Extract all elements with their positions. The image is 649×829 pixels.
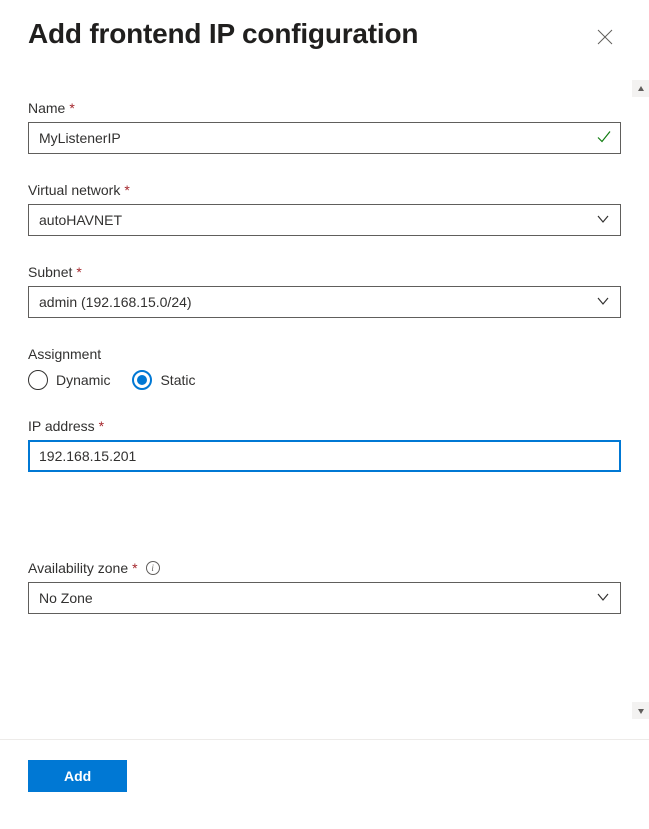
panel-footer: Add	[0, 739, 649, 829]
az-select[interactable]: No Zone	[28, 582, 621, 614]
field-subnet: Subnet * admin (192.168.15.0/24)	[28, 264, 621, 318]
field-availability-zone: Availability zone * i No Zone	[28, 560, 621, 614]
vnet-value: autoHAVNET	[39, 212, 122, 228]
close-button[interactable]	[589, 22, 621, 54]
spacer	[28, 500, 621, 560]
assignment-label-row: Assignment	[28, 346, 621, 362]
chevron-down-icon	[596, 590, 610, 607]
chevron-down-icon	[596, 212, 610, 229]
radio-dot-icon	[137, 375, 147, 385]
vnet-select[interactable]: autoHAVNET	[28, 204, 621, 236]
ip-input-wrapper[interactable]	[28, 440, 621, 472]
required-asterisk: *	[132, 560, 137, 576]
subnet-select[interactable]: admin (192.168.15.0/24)	[28, 286, 621, 318]
scrollbar-down-button[interactable]	[632, 702, 649, 719]
field-assignment: Assignment Dynamic Static	[28, 346, 621, 390]
radio-static[interactable]: Static	[132, 370, 195, 390]
name-input[interactable]	[39, 123, 610, 153]
ip-label-row: IP address *	[28, 418, 621, 434]
vnet-label-row: Virtual network *	[28, 182, 621, 198]
name-label: Name	[28, 100, 65, 116]
az-label: Availability zone	[28, 560, 128, 576]
scrollbar-up-button[interactable]	[632, 80, 649, 97]
assignment-radio-group: Dynamic Static	[28, 370, 621, 390]
name-input-wrapper[interactable]	[28, 122, 621, 154]
required-asterisk: *	[69, 100, 74, 116]
subnet-label-row: Subnet *	[28, 264, 621, 280]
ip-label: IP address	[28, 418, 95, 434]
required-asterisk: *	[76, 264, 81, 280]
az-label-row: Availability zone * i	[28, 560, 621, 576]
radio-dynamic[interactable]: Dynamic	[28, 370, 110, 390]
close-icon	[597, 29, 613, 48]
checkmark-icon	[596, 129, 612, 148]
add-button[interactable]: Add	[28, 760, 127, 792]
az-value: No Zone	[39, 590, 93, 606]
radio-label-static: Static	[160, 372, 195, 388]
chevron-down-icon	[596, 294, 610, 311]
ip-input[interactable]	[39, 442, 610, 470]
required-asterisk: *	[99, 418, 104, 434]
subnet-label: Subnet	[28, 264, 72, 280]
field-virtual-network: Virtual network * autoHAVNET	[28, 182, 621, 236]
name-label-row: Name *	[28, 100, 621, 116]
bottom-padding	[28, 642, 621, 719]
vnet-label: Virtual network	[28, 182, 120, 198]
panel-header: Add frontend IP configuration	[0, 0, 649, 54]
info-icon[interactable]: i	[146, 561, 160, 575]
field-ip-address: IP address *	[28, 418, 621, 472]
radio-label-dynamic: Dynamic	[56, 372, 110, 388]
required-asterisk: *	[124, 182, 129, 198]
radio-icon	[28, 370, 48, 390]
field-name: Name *	[28, 100, 621, 154]
assignment-label: Assignment	[28, 346, 101, 362]
page-title: Add frontend IP configuration	[28, 18, 418, 50]
form-scroll-area[interactable]: Name * Virtual network * autoHAVNET S	[0, 80, 649, 719]
radio-icon-selected	[132, 370, 152, 390]
subnet-value: admin (192.168.15.0/24)	[39, 294, 192, 310]
